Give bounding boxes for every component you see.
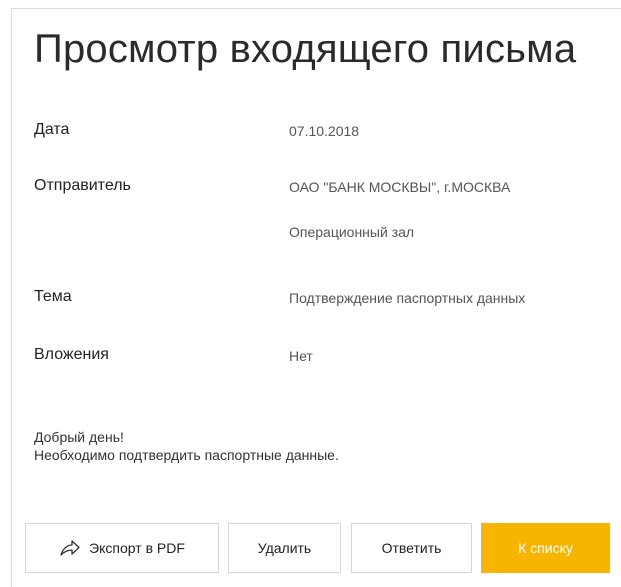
page-title: Просмотр входящего письма <box>34 27 577 71</box>
sender-label: Отправитель <box>34 177 131 194</box>
back-to-list-button[interactable]: К списку <box>481 523 610 573</box>
share-icon <box>59 539 81 557</box>
export-pdf-button[interactable]: Экспорт в PDF <box>25 523 219 573</box>
sender-department: Операционный зал <box>289 224 415 240</box>
message-text: Необходимо подтвердить паспортные данные… <box>34 447 339 463</box>
date-label: Дата <box>34 121 70 138</box>
delete-label: Удалить <box>257 540 312 556</box>
reply-label: Ответить <box>381 540 442 556</box>
attachments-value: Нет <box>289 348 313 364</box>
sender-value: ОАО "БАНК МОСКВЫ", г.МОСКВА <box>289 179 511 195</box>
export-pdf-label: Экспорт в PDF <box>89 540 185 556</box>
back-to-list-label: К списку <box>518 540 573 556</box>
reply-button[interactable]: Ответить <box>351 523 472 573</box>
message-panel: Просмотр входящего письма Дата 07.10.201… <box>11 8 621 587</box>
message-greeting: Добрый день! <box>34 429 124 445</box>
subject-value: Подтверждение паспортных данных <box>289 290 526 306</box>
message-body: Добрый день! Необходимо подтвердить пасп… <box>34 428 339 464</box>
attachments-label: Вложения <box>34 346 109 363</box>
delete-button[interactable]: Удалить <box>228 523 341 573</box>
subject-label: Тема <box>34 288 72 305</box>
date-value: 07.10.2018 <box>289 123 360 139</box>
